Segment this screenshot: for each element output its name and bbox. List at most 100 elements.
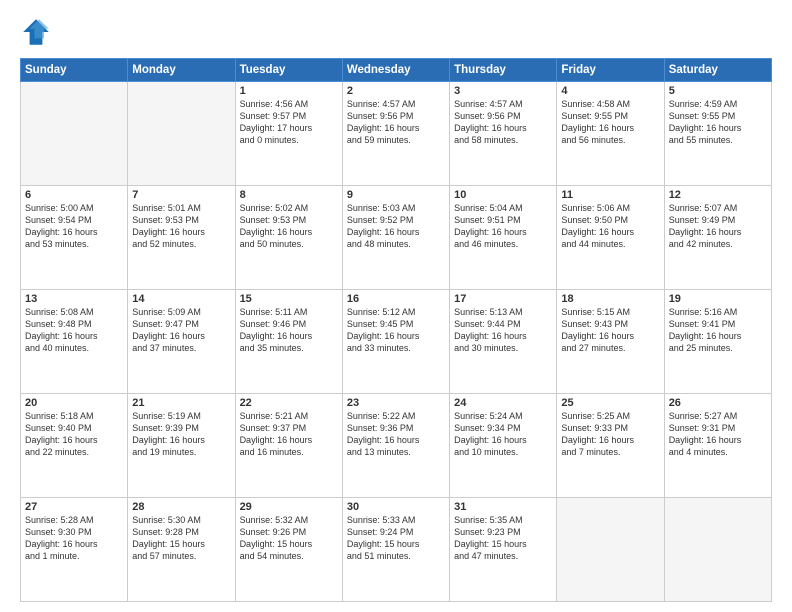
calendar-cell: 28Sunrise: 5:30 AMSunset: 9:28 PMDayligh… bbox=[128, 498, 235, 602]
cell-info: Sunrise: 5:24 AMSunset: 9:34 PMDaylight:… bbox=[454, 410, 552, 459]
calendar-cell: 6Sunrise: 5:00 AMSunset: 9:54 PMDaylight… bbox=[21, 186, 128, 290]
weekday-header-sunday: Sunday bbox=[21, 59, 128, 82]
calendar-cell: 23Sunrise: 5:22 AMSunset: 9:36 PMDayligh… bbox=[342, 394, 449, 498]
cell-info: Sunrise: 4:58 AMSunset: 9:55 PMDaylight:… bbox=[561, 98, 659, 147]
calendar-cell: 26Sunrise: 5:27 AMSunset: 9:31 PMDayligh… bbox=[664, 394, 771, 498]
cell-info: Sunrise: 4:57 AMSunset: 9:56 PMDaylight:… bbox=[454, 98, 552, 147]
cell-info: Sunrise: 5:11 AMSunset: 9:46 PMDaylight:… bbox=[240, 306, 338, 355]
cell-info: Sunrise: 5:08 AMSunset: 9:48 PMDaylight:… bbox=[25, 306, 123, 355]
calendar-cell: 3Sunrise: 4:57 AMSunset: 9:56 PMDaylight… bbox=[450, 82, 557, 186]
cell-info: Sunrise: 5:35 AMSunset: 9:23 PMDaylight:… bbox=[454, 514, 552, 563]
day-number: 8 bbox=[240, 189, 338, 201]
cell-info: Sunrise: 5:16 AMSunset: 9:41 PMDaylight:… bbox=[669, 306, 767, 355]
calendar-cell: 7Sunrise: 5:01 AMSunset: 9:53 PMDaylight… bbox=[128, 186, 235, 290]
day-number: 23 bbox=[347, 397, 445, 409]
cell-info: Sunrise: 5:25 AMSunset: 9:33 PMDaylight:… bbox=[561, 410, 659, 459]
day-number: 24 bbox=[454, 397, 552, 409]
calendar-cell: 20Sunrise: 5:18 AMSunset: 9:40 PMDayligh… bbox=[21, 394, 128, 498]
day-number: 6 bbox=[25, 189, 123, 201]
day-number: 4 bbox=[561, 85, 659, 97]
day-number: 30 bbox=[347, 501, 445, 513]
calendar-cell: 15Sunrise: 5:11 AMSunset: 9:46 PMDayligh… bbox=[235, 290, 342, 394]
day-number: 19 bbox=[669, 293, 767, 305]
day-number: 11 bbox=[561, 189, 659, 201]
cell-info: Sunrise: 4:59 AMSunset: 9:55 PMDaylight:… bbox=[669, 98, 767, 147]
calendar-table: SundayMondayTuesdayWednesdayThursdayFrid… bbox=[20, 58, 772, 602]
day-number: 10 bbox=[454, 189, 552, 201]
day-number: 13 bbox=[25, 293, 123, 305]
calendar-cell: 9Sunrise: 5:03 AMSunset: 9:52 PMDaylight… bbox=[342, 186, 449, 290]
cell-info: Sunrise: 5:33 AMSunset: 9:24 PMDaylight:… bbox=[347, 514, 445, 563]
page: SundayMondayTuesdayWednesdayThursdayFrid… bbox=[0, 0, 792, 612]
weekday-header-thursday: Thursday bbox=[450, 59, 557, 82]
calendar-cell: 17Sunrise: 5:13 AMSunset: 9:44 PMDayligh… bbox=[450, 290, 557, 394]
weekday-header-tuesday: Tuesday bbox=[235, 59, 342, 82]
day-number: 27 bbox=[25, 501, 123, 513]
cell-info: Sunrise: 5:19 AMSunset: 9:39 PMDaylight:… bbox=[132, 410, 230, 459]
calendar-cell: 21Sunrise: 5:19 AMSunset: 9:39 PMDayligh… bbox=[128, 394, 235, 498]
cell-info: Sunrise: 5:02 AMSunset: 9:53 PMDaylight:… bbox=[240, 202, 338, 251]
calendar-cell: 24Sunrise: 5:24 AMSunset: 9:34 PMDayligh… bbox=[450, 394, 557, 498]
cell-info: Sunrise: 5:28 AMSunset: 9:30 PMDaylight:… bbox=[25, 514, 123, 563]
calendar-cell: 30Sunrise: 5:33 AMSunset: 9:24 PMDayligh… bbox=[342, 498, 449, 602]
cell-info: Sunrise: 5:03 AMSunset: 9:52 PMDaylight:… bbox=[347, 202, 445, 251]
calendar-cell: 25Sunrise: 5:25 AMSunset: 9:33 PMDayligh… bbox=[557, 394, 664, 498]
cell-info: Sunrise: 5:07 AMSunset: 9:49 PMDaylight:… bbox=[669, 202, 767, 251]
calendar-cell: 31Sunrise: 5:35 AMSunset: 9:23 PMDayligh… bbox=[450, 498, 557, 602]
cell-info: Sunrise: 5:01 AMSunset: 9:53 PMDaylight:… bbox=[132, 202, 230, 251]
weekday-header-friday: Friday bbox=[557, 59, 664, 82]
cell-info: Sunrise: 4:56 AMSunset: 9:57 PMDaylight:… bbox=[240, 98, 338, 147]
calendar-cell: 11Sunrise: 5:06 AMSunset: 9:50 PMDayligh… bbox=[557, 186, 664, 290]
day-number: 18 bbox=[561, 293, 659, 305]
calendar-cell: 10Sunrise: 5:04 AMSunset: 9:51 PMDayligh… bbox=[450, 186, 557, 290]
day-number: 28 bbox=[132, 501, 230, 513]
day-number: 15 bbox=[240, 293, 338, 305]
calendar-cell: 12Sunrise: 5:07 AMSunset: 9:49 PMDayligh… bbox=[664, 186, 771, 290]
day-number: 1 bbox=[240, 85, 338, 97]
calendar-cell: 19Sunrise: 5:16 AMSunset: 9:41 PMDayligh… bbox=[664, 290, 771, 394]
day-number: 12 bbox=[669, 189, 767, 201]
calendar-cell: 1Sunrise: 4:56 AMSunset: 9:57 PMDaylight… bbox=[235, 82, 342, 186]
day-number: 5 bbox=[669, 85, 767, 97]
day-number: 9 bbox=[347, 189, 445, 201]
cell-info: Sunrise: 5:13 AMSunset: 9:44 PMDaylight:… bbox=[454, 306, 552, 355]
day-number: 7 bbox=[132, 189, 230, 201]
cell-info: Sunrise: 5:00 AMSunset: 9:54 PMDaylight:… bbox=[25, 202, 123, 251]
week-row-0: 1Sunrise: 4:56 AMSunset: 9:57 PMDaylight… bbox=[21, 82, 772, 186]
calendar-cell bbox=[21, 82, 128, 186]
day-number: 22 bbox=[240, 397, 338, 409]
day-number: 21 bbox=[132, 397, 230, 409]
day-number: 29 bbox=[240, 501, 338, 513]
cell-info: Sunrise: 5:06 AMSunset: 9:50 PMDaylight:… bbox=[561, 202, 659, 251]
cell-info: Sunrise: 4:57 AMSunset: 9:56 PMDaylight:… bbox=[347, 98, 445, 147]
cell-info: Sunrise: 5:32 AMSunset: 9:26 PMDaylight:… bbox=[240, 514, 338, 563]
logo bbox=[20, 16, 56, 48]
week-row-2: 13Sunrise: 5:08 AMSunset: 9:48 PMDayligh… bbox=[21, 290, 772, 394]
weekday-header-saturday: Saturday bbox=[664, 59, 771, 82]
day-number: 3 bbox=[454, 85, 552, 97]
calendar-cell: 13Sunrise: 5:08 AMSunset: 9:48 PMDayligh… bbox=[21, 290, 128, 394]
cell-info: Sunrise: 5:22 AMSunset: 9:36 PMDaylight:… bbox=[347, 410, 445, 459]
calendar-cell: 22Sunrise: 5:21 AMSunset: 9:37 PMDayligh… bbox=[235, 394, 342, 498]
weekday-header-wednesday: Wednesday bbox=[342, 59, 449, 82]
cell-info: Sunrise: 5:09 AMSunset: 9:47 PMDaylight:… bbox=[132, 306, 230, 355]
calendar-cell: 16Sunrise: 5:12 AMSunset: 9:45 PMDayligh… bbox=[342, 290, 449, 394]
calendar-cell: 27Sunrise: 5:28 AMSunset: 9:30 PMDayligh… bbox=[21, 498, 128, 602]
day-number: 17 bbox=[454, 293, 552, 305]
cell-info: Sunrise: 5:30 AMSunset: 9:28 PMDaylight:… bbox=[132, 514, 230, 563]
cell-info: Sunrise: 5:12 AMSunset: 9:45 PMDaylight:… bbox=[347, 306, 445, 355]
calendar-cell: 29Sunrise: 5:32 AMSunset: 9:26 PMDayligh… bbox=[235, 498, 342, 602]
weekday-header-monday: Monday bbox=[128, 59, 235, 82]
week-row-1: 6Sunrise: 5:00 AMSunset: 9:54 PMDaylight… bbox=[21, 186, 772, 290]
day-number: 26 bbox=[669, 397, 767, 409]
calendar-cell bbox=[664, 498, 771, 602]
calendar-cell bbox=[128, 82, 235, 186]
cell-info: Sunrise: 5:04 AMSunset: 9:51 PMDaylight:… bbox=[454, 202, 552, 251]
cell-info: Sunrise: 5:15 AMSunset: 9:43 PMDaylight:… bbox=[561, 306, 659, 355]
day-number: 25 bbox=[561, 397, 659, 409]
cell-info: Sunrise: 5:27 AMSunset: 9:31 PMDaylight:… bbox=[669, 410, 767, 459]
calendar-cell bbox=[557, 498, 664, 602]
weekday-header-row: SundayMondayTuesdayWednesdayThursdayFrid… bbox=[21, 59, 772, 82]
calendar-cell: 4Sunrise: 4:58 AMSunset: 9:55 PMDaylight… bbox=[557, 82, 664, 186]
day-number: 20 bbox=[25, 397, 123, 409]
